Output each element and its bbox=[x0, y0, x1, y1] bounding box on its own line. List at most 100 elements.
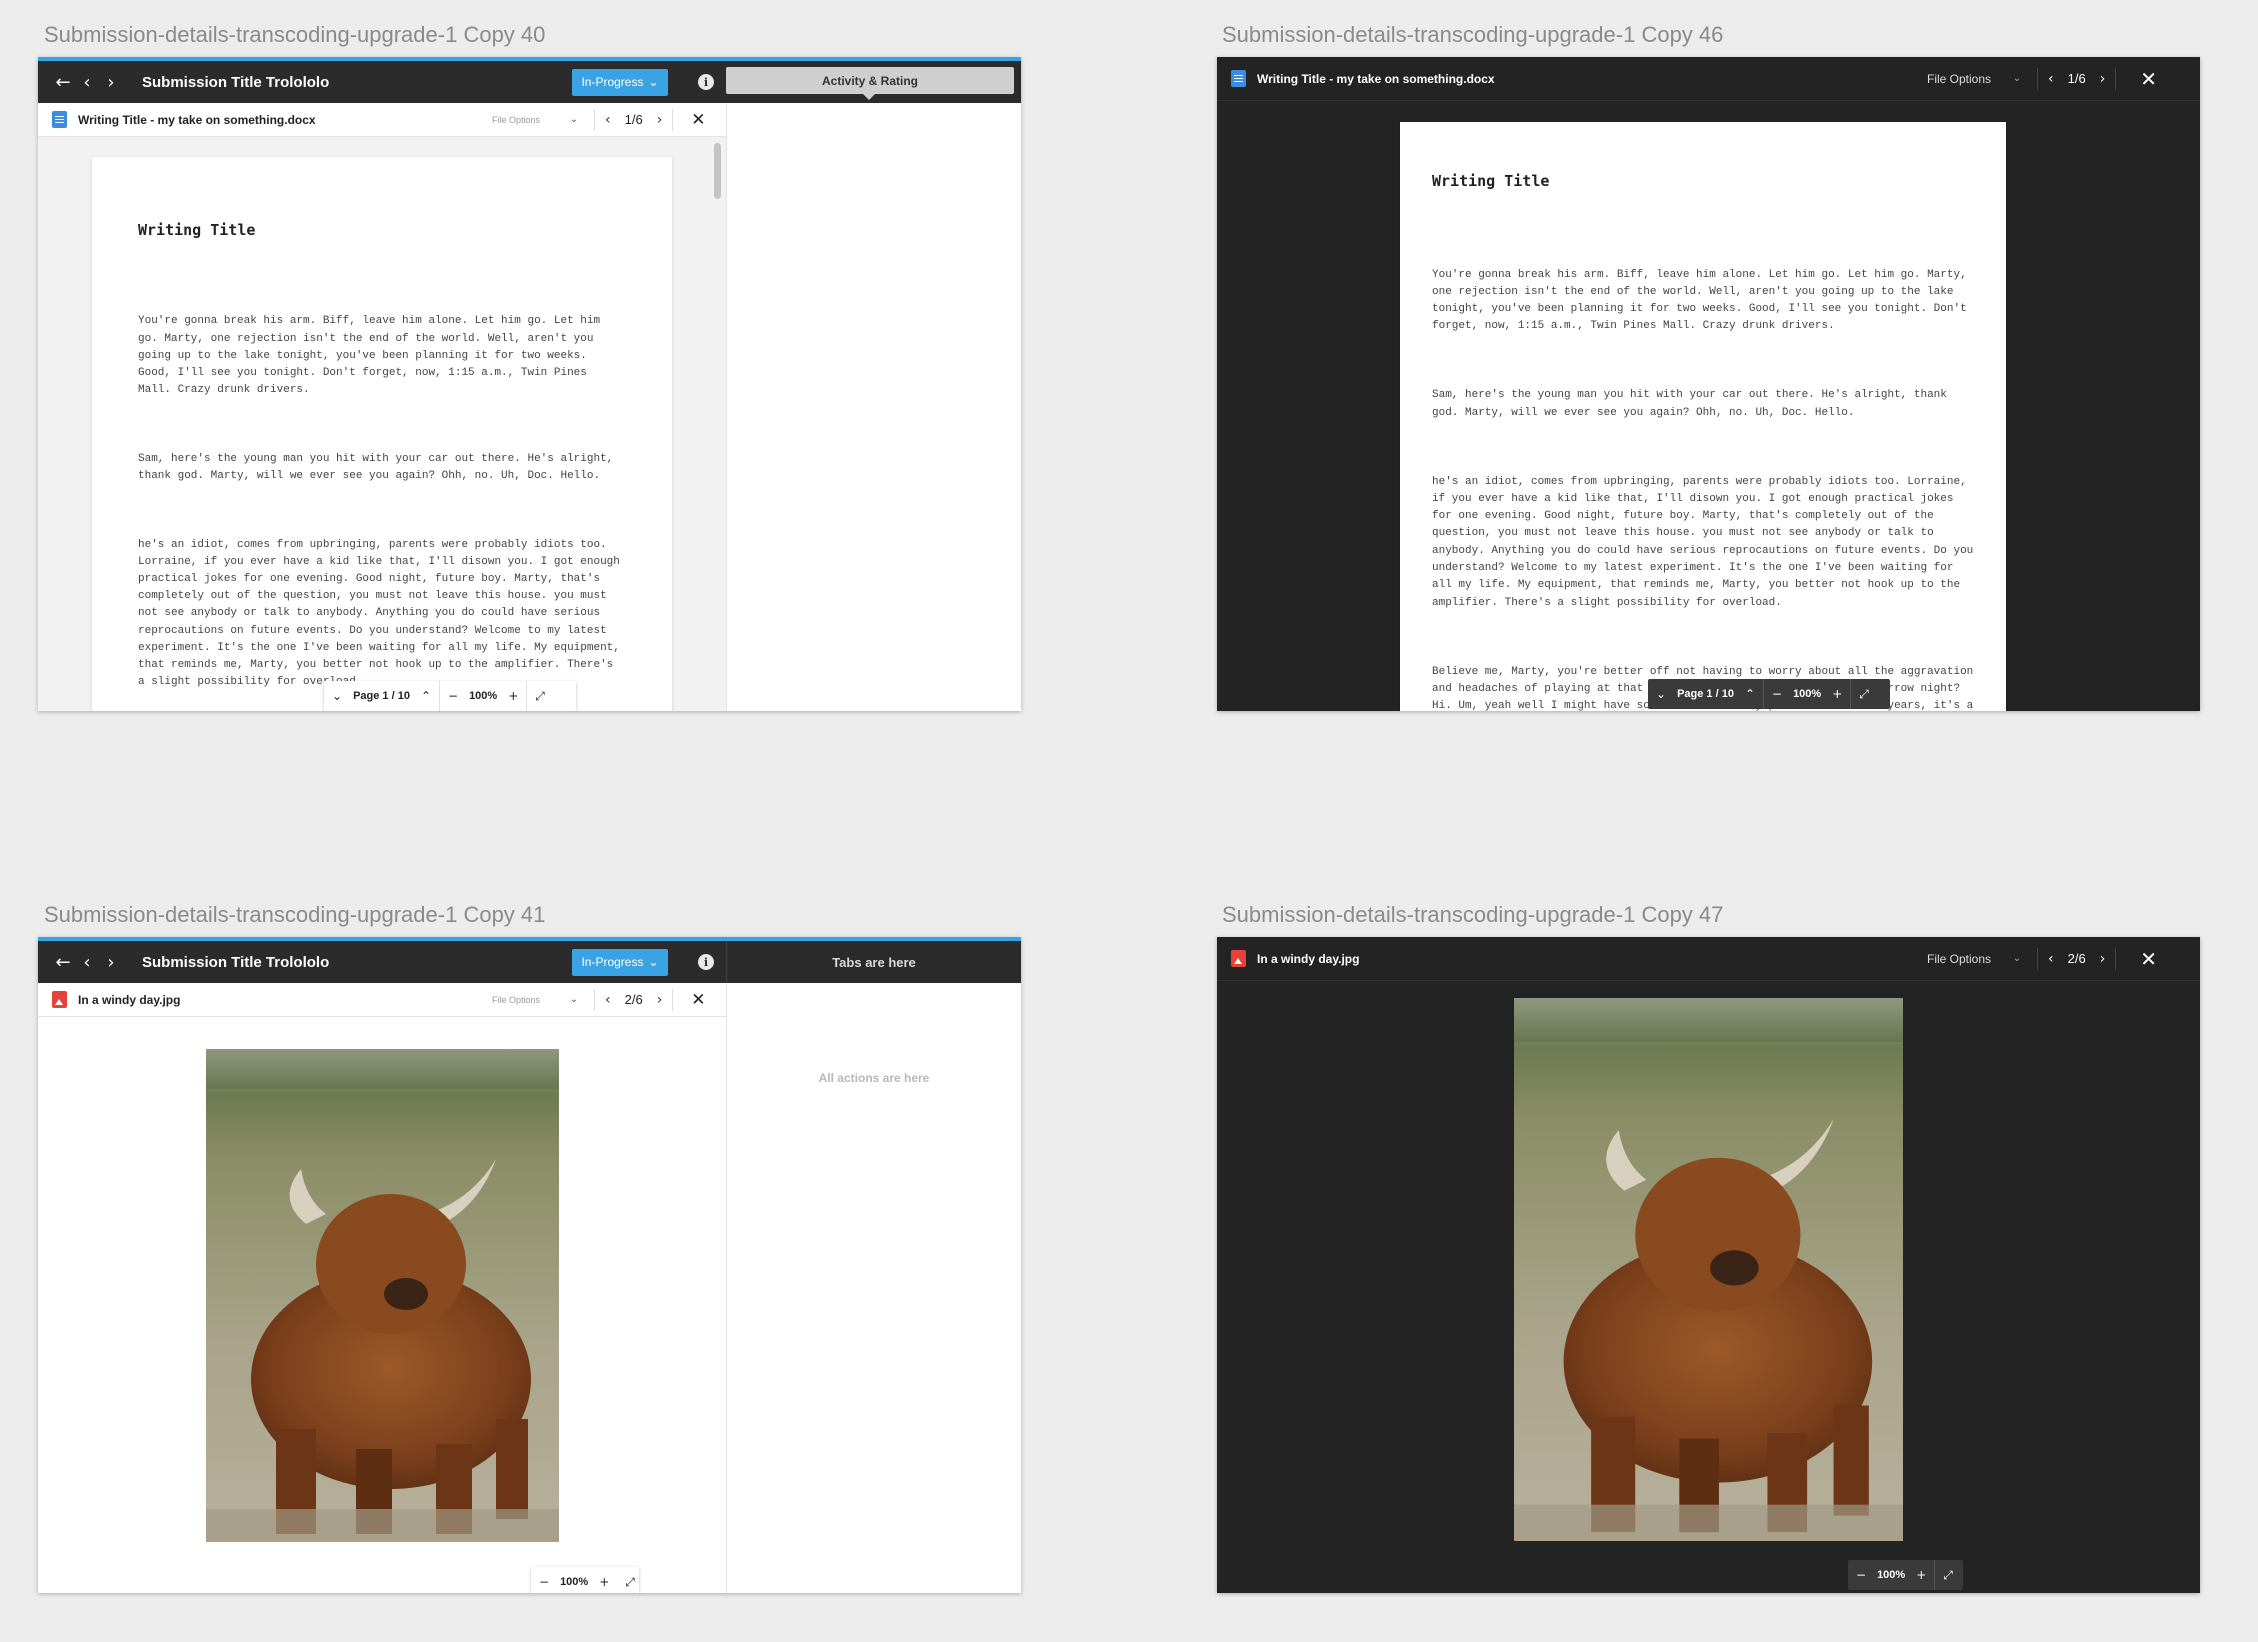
cow-photo bbox=[1514, 998, 1903, 1541]
scrollbar-thumb[interactable] bbox=[714, 143, 721, 199]
next-file-icon[interactable]: › bbox=[657, 112, 663, 128]
chevron-down-icon: ⌄ bbox=[648, 955, 659, 969]
close-icon[interactable]: ✕ bbox=[691, 110, 705, 130]
document-title: Writing Title bbox=[138, 221, 256, 239]
page-up-icon[interactable]: ⌃ bbox=[1737, 687, 1763, 701]
back-arrow-icon[interactable]: ← bbox=[54, 952, 72, 973]
paragraph: Sam, here's the young man you hit with y… bbox=[1432, 389, 1954, 419]
document-page: Writing Title You're gonna break his arm… bbox=[1400, 122, 2006, 711]
page-down-icon[interactable]: ⌄ bbox=[324, 689, 350, 703]
file-counter: 1/6 bbox=[2067, 71, 2086, 86]
paragraph: You're gonna break his arm. Biff, leave … bbox=[1432, 268, 1974, 333]
divider bbox=[2037, 67, 2038, 90]
back-arrow-icon[interactable]: ← bbox=[54, 72, 72, 93]
divider bbox=[2037, 947, 2038, 970]
divider bbox=[594, 988, 595, 1011]
next-file-icon[interactable]: › bbox=[2100, 951, 2106, 967]
viewer-toolbar: ⌄ Page 1 / 10 ⌃ − 100% + ⤢ bbox=[324, 681, 576, 711]
status-dropdown-button[interactable]: In-Progress ⌄ bbox=[572, 948, 668, 976]
prev-submission-icon[interactable]: ‹ bbox=[78, 72, 96, 93]
file-bar: Writing Title - my take on something.doc… bbox=[1217, 57, 2200, 101]
prev-file-icon[interactable]: ‹ bbox=[605, 112, 611, 128]
prev-file-icon[interactable]: ‹ bbox=[605, 992, 611, 1008]
next-file-icon[interactable]: › bbox=[2100, 71, 2106, 87]
file-options-button[interactable]: File Options bbox=[1927, 72, 2007, 86]
file-options-button[interactable]: File Options bbox=[492, 995, 564, 1005]
page-up-icon[interactable]: ⌃ bbox=[413, 689, 439, 703]
info-icon[interactable]: i bbox=[698, 954, 714, 970]
tab-activity-rating[interactable]: Activity & Rating bbox=[726, 67, 1014, 100]
zoom-out-icon[interactable]: − bbox=[531, 1575, 557, 1589]
close-icon[interactable]: ✕ bbox=[691, 990, 705, 1010]
zoom-level: 100% bbox=[1877, 1569, 1906, 1581]
next-submission-icon[interactable]: › bbox=[102, 72, 120, 93]
prev-submission-icon[interactable]: ‹ bbox=[78, 952, 96, 973]
expand-icon[interactable]: ⤢ bbox=[1935, 1568, 1961, 1583]
artboard-copy-47: In a windy day.jpg File Options ⌄ ‹ 2/6 … bbox=[1217, 937, 2200, 1593]
image-file-icon bbox=[1231, 950, 1246, 967]
prev-file-icon[interactable]: ‹ bbox=[2048, 71, 2054, 87]
status-dropdown-button[interactable]: In-Progress ⌄ bbox=[572, 68, 668, 96]
artboard-copy-40: ← ‹ › Submission Title Trolololo In-Prog… bbox=[38, 57, 1021, 711]
zoom-level: 100% bbox=[560, 1576, 589, 1588]
image-viewer[interactable] bbox=[38, 1017, 726, 1593]
chevron-down-icon[interactable]: ⌄ bbox=[2007, 953, 2027, 964]
zoom-out-icon[interactable]: − bbox=[440, 689, 466, 703]
zoom-out-icon[interactable]: − bbox=[1764, 687, 1790, 701]
tabs-placeholder: Tabs are here bbox=[726, 941, 1021, 983]
file-name: In a windy day.jpg bbox=[78, 992, 181, 1007]
page-down-icon[interactable]: ⌄ bbox=[1648, 687, 1674, 701]
info-icon[interactable]: i bbox=[698, 74, 714, 90]
zoom-out-icon[interactable]: − bbox=[1848, 1568, 1874, 1582]
highland-cow-image bbox=[206, 1049, 559, 1542]
expand-icon[interactable]: ⤢ bbox=[617, 1575, 643, 1590]
next-submission-icon[interactable]: › bbox=[102, 952, 120, 973]
file-counter: 1/6 bbox=[624, 112, 643, 127]
document-page: Writing Title You're gonna break his arm… bbox=[92, 157, 672, 711]
paragraph: he's an idiot, comes from upbringing, pa… bbox=[1432, 475, 1980, 609]
divider bbox=[672, 108, 674, 131]
document-viewer[interactable]: Writing Title You're gonna break his arm… bbox=[38, 137, 726, 711]
file-name: Writing Title - my take on something.doc… bbox=[1257, 71, 1495, 86]
submission-header: ← ‹ › Submission Title Trolololo In-Prog… bbox=[38, 57, 1021, 103]
file-bar: In a windy day.jpg File Options ⌄ ‹ 2/6 … bbox=[38, 983, 726, 1017]
prev-file-icon[interactable]: ‹ bbox=[2048, 951, 2054, 967]
highland-cow-image bbox=[1514, 998, 1903, 1541]
zoom-in-icon[interactable]: + bbox=[1824, 687, 1850, 701]
chevron-down-icon[interactable]: ⌄ bbox=[564, 994, 584, 1005]
artboard-copy-41: ← ‹ › Submission Title Trolololo In-Prog… bbox=[38, 937, 1021, 1593]
zoom-in-icon[interactable]: + bbox=[591, 1575, 617, 1589]
zoom-in-icon[interactable]: + bbox=[500, 689, 526, 703]
file-pager: ‹ 1/6 › bbox=[2048, 71, 2105, 87]
file-pager: ‹ 2/6 › bbox=[2048, 951, 2105, 967]
paragraph: You're gonna break his arm. Biff, leave … bbox=[138, 315, 607, 397]
close-icon[interactable]: ✕ bbox=[2140, 947, 2157, 971]
image-file-icon bbox=[52, 991, 67, 1008]
divider bbox=[2115, 67, 2117, 90]
page-indicator: Page 1 / 10 bbox=[1677, 688, 1734, 700]
viewer-toolbar: ⌄ Page 1 / 10 ⌃ − 100% + ⤢ bbox=[1648, 679, 1890, 709]
viewer-toolbar: − 100% + ⤢ bbox=[531, 1567, 639, 1593]
document-body: You're gonna break his arm. Biff, leave … bbox=[1432, 232, 1976, 711]
file-pager: ‹ 2/6 › bbox=[605, 992, 662, 1008]
actions-panel: All actions are here bbox=[726, 983, 1021, 1593]
close-icon[interactable]: ✕ bbox=[2140, 67, 2157, 91]
artboard-copy-46: Writing Title - my take on something.doc… bbox=[1217, 57, 2200, 711]
actions-placeholder: All actions are here bbox=[818, 1071, 930, 1085]
activity-panel bbox=[726, 103, 1021, 711]
chevron-down-icon[interactable]: ⌄ bbox=[564, 114, 584, 125]
chevron-down-icon: ⌄ bbox=[648, 75, 659, 89]
divider bbox=[2115, 947, 2117, 970]
chevron-down-icon[interactable]: ⌄ bbox=[2007, 73, 2027, 84]
expand-icon[interactable]: ⤢ bbox=[1851, 687, 1877, 702]
zoom-in-icon[interactable]: + bbox=[1908, 1568, 1934, 1582]
file-options-button[interactable]: File Options bbox=[492, 115, 564, 125]
file-options-button[interactable]: File Options bbox=[1927, 952, 2007, 966]
expand-icon[interactable]: ⤢ bbox=[527, 689, 553, 704]
document-icon bbox=[52, 111, 67, 128]
divider bbox=[594, 108, 595, 131]
board-label-copy-46: Submission-details-transcoding-upgrade-1… bbox=[1222, 22, 1724, 47]
paragraph: Sam, here's the young man you hit with y… bbox=[138, 452, 620, 483]
next-file-icon[interactable]: › bbox=[657, 992, 663, 1008]
tab-pointer bbox=[862, 93, 876, 100]
